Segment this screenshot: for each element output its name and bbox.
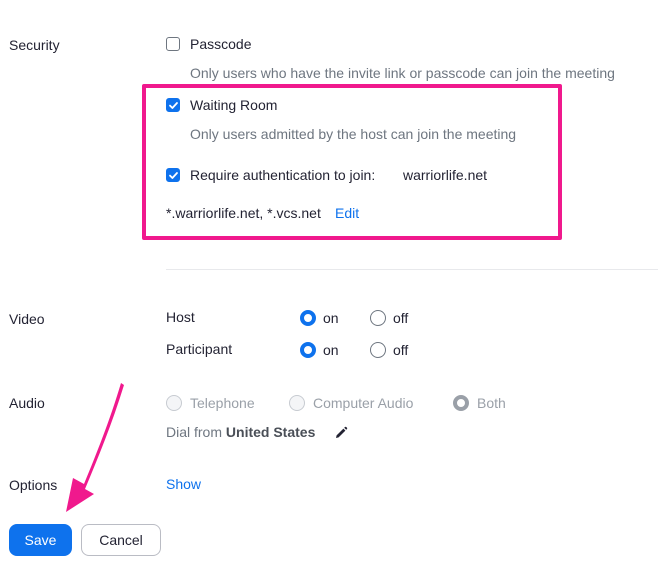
video-participant-off-radio[interactable] xyxy=(370,342,386,358)
options-show-link[interactable]: Show xyxy=(166,476,201,492)
video-section-label: Video xyxy=(9,311,45,327)
video-host-on-label[interactable]: on xyxy=(323,310,339,326)
audio-both-radio[interactable] xyxy=(453,395,469,411)
video-host-on-radio[interactable] xyxy=(300,310,316,326)
waiting-room-help-text: Only users admitted by the host can join… xyxy=(190,126,517,142)
options-section-label: Options xyxy=(9,477,58,493)
passcode-help-text: Only users who have the invite link or p… xyxy=(190,65,615,81)
audio-computer-label[interactable]: Computer Audio xyxy=(313,395,413,411)
save-button[interactable]: Save xyxy=(9,524,72,556)
section-divider xyxy=(166,269,658,270)
auth-domains-text: *.warriorlife.net, *.vcs.net xyxy=(166,205,321,221)
checkmark-icon xyxy=(168,101,178,109)
video-host-label: Host xyxy=(166,309,195,325)
audio-computer-radio[interactable] xyxy=(289,395,305,411)
edit-domains-link[interactable]: Edit xyxy=(335,205,359,221)
video-participant-on-radio[interactable] xyxy=(300,342,316,358)
checkmark-icon xyxy=(168,171,178,179)
dial-from-prefix: Dial from xyxy=(166,424,223,440)
video-participant-on-label[interactable]: on xyxy=(323,342,339,358)
dial-from-country: United States xyxy=(225,424,316,440)
audio-telephone-label[interactable]: Telephone xyxy=(190,395,255,411)
require-auth-label[interactable]: Require authentication to join: xyxy=(190,167,375,183)
video-host-off-radio[interactable] xyxy=(370,310,386,326)
video-participant-off-label[interactable]: off xyxy=(393,342,408,358)
require-auth-checkbox[interactable] xyxy=(166,168,180,182)
security-section-label: Security xyxy=(9,37,60,53)
pencil-icon[interactable] xyxy=(334,426,348,440)
passcode-checkbox[interactable] xyxy=(166,37,180,51)
audio-section-label: Audio xyxy=(9,395,45,411)
audio-both-label[interactable]: Both xyxy=(477,395,506,411)
video-host-off-label[interactable]: off xyxy=(393,310,408,326)
require-auth-domain-value: warriorlife.net xyxy=(403,167,488,183)
video-participant-label: Participant xyxy=(166,341,233,357)
audio-telephone-radio[interactable] xyxy=(166,395,182,411)
dial-from-text: Dial from United States xyxy=(166,424,315,440)
waiting-room-label[interactable]: Waiting Room xyxy=(190,97,277,113)
cancel-button[interactable]: Cancel xyxy=(81,524,161,556)
waiting-room-checkbox[interactable] xyxy=(166,98,180,112)
passcode-label[interactable]: Passcode xyxy=(190,36,251,52)
